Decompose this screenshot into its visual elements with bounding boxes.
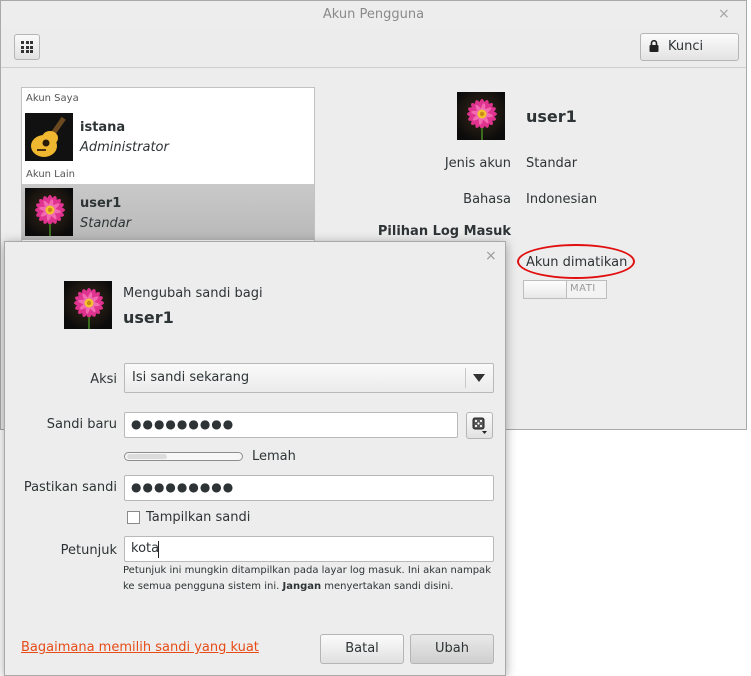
- combobox-divider: [465, 368, 466, 388]
- show-password-checkbox[interactable]: [127, 511, 140, 524]
- show-password-label[interactable]: Tampilkan sandi: [146, 510, 250, 525]
- my-account-header: Akun Saya: [26, 93, 79, 104]
- new-password-label: Sandi baru: [46, 417, 117, 432]
- action-combobox[interactable]: Isi sandi sekarang: [124, 363, 494, 393]
- window-title: Akun Pengguna: [322, 7, 425, 22]
- window-close-icon[interactable]: ×: [718, 6, 730, 22]
- user-list[interactable]: Akun Saya istana Administrator Akun Lain…: [21, 87, 315, 247]
- padlock-icon: [649, 40, 659, 52]
- text-cursor: [158, 541, 159, 558]
- hint-label: Petunjuk: [60, 543, 117, 558]
- user-role: Administrator: [80, 140, 169, 155]
- action-combobox-value: Isi sandi sekarang: [132, 370, 250, 385]
- language-label: Bahasa: [463, 192, 511, 207]
- toolbar: [1, 29, 746, 68]
- login-options-label: Pilihan Log Masuk: [377, 224, 511, 239]
- password-strength-fill: [127, 454, 167, 459]
- new-password-field[interactable]: ●●●●●●●●●: [124, 412, 458, 438]
- action-label: Aksi: [90, 372, 117, 387]
- user-role: Standar: [80, 216, 132, 231]
- new-password-value: ●●●●●●●●●: [131, 417, 235, 431]
- confirm-password-label: Pastikan sandi: [23, 480, 117, 495]
- confirm-password-value: ●●●●●●●●●: [131, 480, 235, 494]
- hint-field[interactable]: kota: [124, 536, 494, 562]
- lock-button-label: Kunci: [668, 39, 704, 54]
- cancel-button[interactable]: Batal: [320, 634, 404, 664]
- account-type-value[interactable]: Standar: [526, 156, 577, 171]
- switch-knob: [524, 281, 567, 298]
- detail-username[interactable]: user1: [526, 107, 577, 126]
- dialog-heading: Mengubah sandi bagi: [123, 286, 263, 301]
- auto-login-switch[interactable]: MATI: [523, 280, 607, 299]
- app-grid-button[interactable]: [14, 34, 40, 60]
- user-row-user1[interactable]: user1 Standar: [22, 184, 314, 240]
- account-type-label: Jenis akun: [444, 156, 511, 171]
- generate-password-button[interactable]: [466, 412, 493, 439]
- hint-help-text: Petunjuk ini mungkin ditampilkan pada la…: [123, 563, 493, 595]
- guitar-avatar-icon: [25, 113, 73, 161]
- user-name: istana: [80, 120, 126, 135]
- lock-button[interactable]: Kunci: [640, 33, 739, 61]
- flower-avatar-icon: [64, 281, 112, 329]
- strong-password-help-link[interactable]: Bagaimana memilih sandi yang kuat: [21, 640, 259, 655]
- user-row-istana[interactable]: istana Administrator: [22, 109, 314, 165]
- dialog-username: user1: [123, 308, 174, 327]
- title-bar[interactable]: Akun Pengguna ×: [1, 1, 746, 29]
- chevron-down-icon: [473, 374, 485, 382]
- dialog-close-icon[interactable]: ×: [485, 248, 497, 264]
- password-strength-label: Lemah: [252, 449, 296, 464]
- switch-state-label: MATI: [570, 283, 596, 294]
- user-name: user1: [80, 196, 122, 211]
- change-password-dialog: × Mengubah sandi bagi user1 Aksi Isi san…: [4, 241, 506, 676]
- hint-help-emphasis: Jangan: [282, 581, 322, 592]
- flower-avatar-icon: [25, 188, 73, 236]
- other-accounts-header: Akun Lain: [26, 169, 75, 180]
- hint-help-part: menyertakan sandi disini.: [321, 581, 454, 592]
- app-grid-icon: [21, 41, 33, 53]
- language-value[interactable]: Indonesian: [526, 192, 597, 207]
- flower-avatar-icon[interactable]: [457, 92, 505, 140]
- generate-password-icon: [472, 417, 487, 434]
- change-button[interactable]: Ubah: [410, 634, 494, 664]
- confirm-password-field[interactable]: ●●●●●●●●●: [124, 475, 494, 501]
- password-strength-bar: [124, 452, 243, 461]
- hint-value: kota: [131, 541, 160, 556]
- annotation-highlight-oval: [517, 244, 635, 279]
